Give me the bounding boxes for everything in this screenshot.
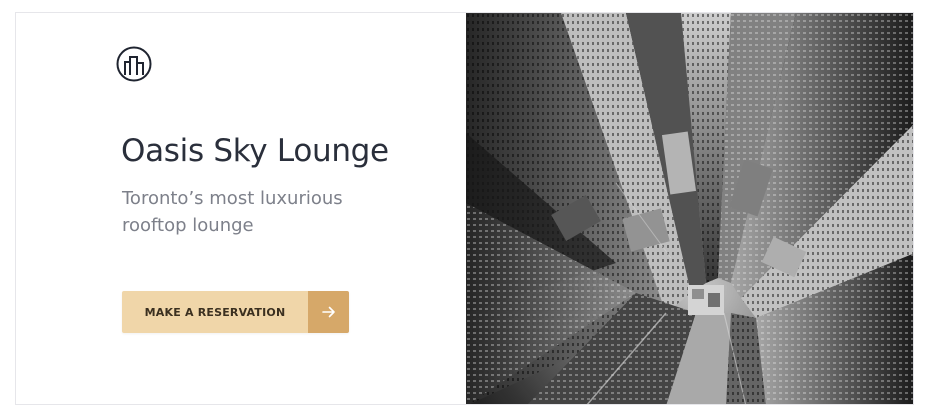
- hero-card: Oasis Sky Lounge Toronto’s most luxuriou…: [15, 12, 914, 405]
- arrow-right-icon[interactable]: [308, 291, 349, 333]
- reservation-button-label[interactable]: MAKE A RESERVATION: [122, 291, 308, 333]
- page-subtitle: Toronto’s most luxurious rooftop lounge: [122, 188, 343, 236]
- page-title: Oasis Sky Lounge: [121, 133, 389, 169]
- aerial-skyscrapers-image: [466, 13, 913, 404]
- hero-text-panel: Oasis Sky Lounge Toronto’s most luxuriou…: [16, 13, 466, 404]
- city-buildings-icon[interactable]: [116, 46, 152, 82]
- make-reservation-button[interactable]: MAKE A RESERVATION: [122, 291, 349, 333]
